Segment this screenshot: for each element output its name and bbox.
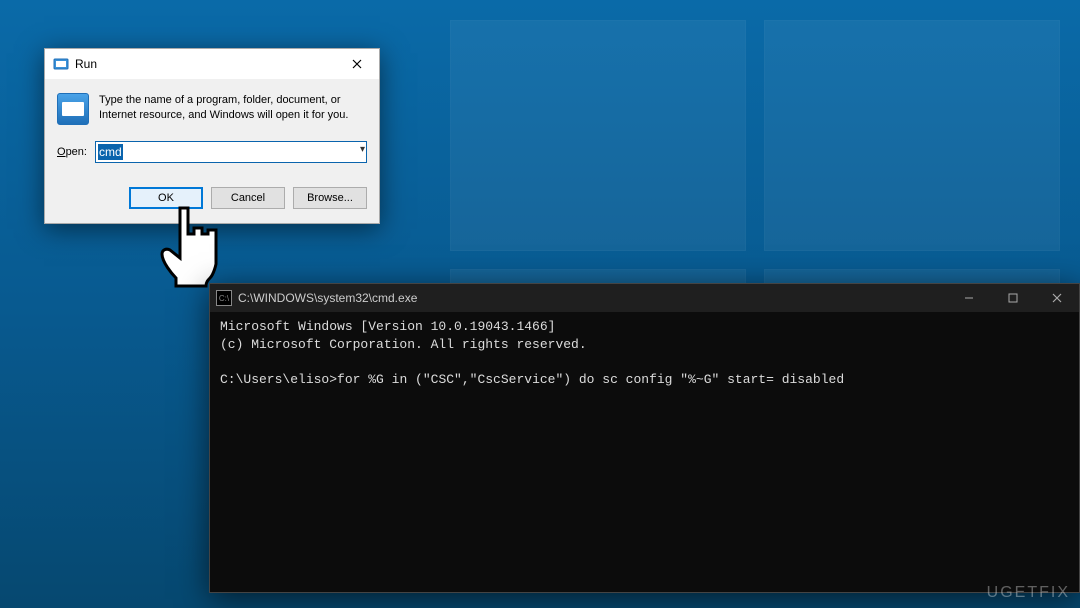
cmd-line: (c) Microsoft Corporation. All rights re… bbox=[220, 336, 1069, 354]
run-dialog: Run Type the name of a program, folder, … bbox=[44, 48, 380, 224]
cmd-app-icon: C:\ bbox=[216, 290, 232, 306]
close-button[interactable] bbox=[1035, 284, 1079, 312]
cmd-command: for %G in ("CSC","CscService") do sc con… bbox=[337, 372, 844, 387]
browse-button[interactable]: Browse... bbox=[293, 187, 367, 209]
open-label: Open: bbox=[57, 146, 87, 158]
cmd-title: C:\WINDOWS\system32\cmd.exe bbox=[238, 291, 947, 305]
run-button-row: OK Cancel Browse... bbox=[45, 173, 379, 223]
run-titlebar[interactable]: Run bbox=[45, 49, 379, 79]
cancel-button[interactable]: Cancel bbox=[211, 187, 285, 209]
cmd-window: C:\ C:\WINDOWS\system32\cmd.exe Microsof… bbox=[209, 283, 1080, 593]
minimize-button[interactable] bbox=[947, 284, 991, 312]
maximize-button[interactable] bbox=[991, 284, 1035, 312]
run-title: Run bbox=[75, 57, 337, 71]
run-program-icon bbox=[57, 93, 89, 125]
cmd-output[interactable]: Microsoft Windows [Version 10.0.19043.14… bbox=[210, 312, 1079, 394]
run-body: Type the name of a program, folder, docu… bbox=[45, 79, 379, 173]
close-button[interactable] bbox=[337, 50, 377, 78]
watermark: UGETFIX bbox=[987, 584, 1070, 602]
open-input[interactable] bbox=[95, 141, 367, 163]
run-app-icon bbox=[53, 56, 69, 72]
ok-button[interactable]: OK bbox=[129, 187, 203, 209]
cmd-line: Microsoft Windows [Version 10.0.19043.14… bbox=[220, 318, 1069, 336]
run-description: Type the name of a program, folder, docu… bbox=[99, 93, 367, 123]
cmd-titlebar[interactable]: C:\ C:\WINDOWS\system32\cmd.exe bbox=[210, 284, 1079, 312]
cmd-prompt: C:\Users\eliso> bbox=[220, 372, 337, 387]
